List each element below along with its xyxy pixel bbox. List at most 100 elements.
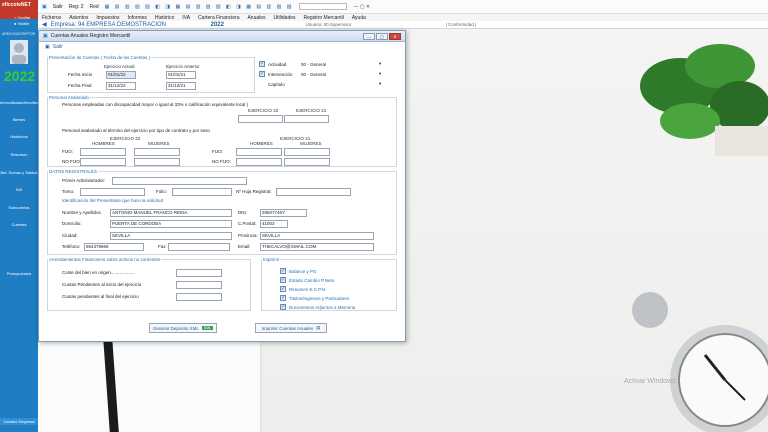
fax-label: Fax: [158,244,167,249]
window-titlebar[interactable]: ▣ Cuentas Anuales Registro Mercantil — ▢… [39,31,405,42]
ejercicio22-header: EJERCICIO 22 [248,108,279,113]
primer-admin-label: Primer Administrador: [62,178,106,183]
sidebar-radio-visible[interactable]: ● Visible [14,21,29,26]
nofijo-hombres-21-input[interactable] [236,158,282,166]
fijo-hombres-22-input[interactable] [80,148,126,156]
sidebar-radio-ocultar[interactable]: ○ Ocultar [14,15,30,20]
imprimir-estado-checkbox[interactable]: ✓ [280,277,286,283]
usuario-label: Usuario: 00 Supervisor [305,22,352,27]
menu-ficheros[interactable]: Ficheros [42,15,61,21]
fijo-mujeres-22-input[interactable] [134,148,180,156]
menu-iva[interactable]: IVA [182,15,190,21]
back-arrow-icon[interactable]: ◀ [42,21,47,28]
maximize-button[interactable]: ▢ [376,33,388,40]
sidebar-item-bienes[interactable]: Bienes [0,117,38,122]
tomo-input[interactable] [80,188,145,196]
fax-input[interactable] [168,243,230,251]
menu-cartera[interactable]: Cartera Financiera [198,15,239,21]
coste-input[interactable] [176,269,222,277]
sidebar-item-historicos[interactable]: Históricos [0,134,38,139]
fecha-inicio-anterior-input[interactable]: 01/01/21 [166,71,196,79]
imprimir-documentos-checkbox[interactable]: ✓ [280,304,286,310]
actividad-label: Actividad [268,62,287,67]
fecha-final-actual-input[interactable]: 31/12/22 [106,82,136,90]
dni-input[interactable]: 28507746Y [260,209,307,217]
close-button[interactable]: ✕ [389,33,401,40]
window-controls-icon[interactable]: — ▢ ✕ [353,4,370,10]
imprimir-cuentas-button[interactable]: Imprimir Cuentas Anuales ▤ [255,323,327,333]
fecha-final-anterior-input[interactable]: 31/12/21 [166,82,196,90]
sidebar-item-cambio-empresa[interactable]: Cambio Empresa [0,418,38,425]
fijo-hombres-21-input[interactable] [236,148,282,156]
window-salir-button[interactable]: Salir [53,44,63,50]
telefono-input[interactable]: 954379669 [84,243,144,251]
hoja-input[interactable] [276,188,351,196]
actividad-checkbox[interactable]: ✓ [259,61,265,67]
generar-xml-button[interactable]: Generar Deposito XML XML [149,323,217,333]
minimize-button[interactable]: — [363,33,375,40]
exit-icon[interactable]: ▣ [45,44,50,50]
ejercicio-actual-header: Ejercicio Actual [104,64,135,69]
menu-asientos[interactable]: Asientos [69,15,88,21]
intervencion-select[interactable]: 00 - General [301,72,326,77]
pendientes-final-input[interactable] [176,293,222,301]
sidebar-item-presupuestos[interactable]: Presupuestos [0,271,38,276]
window-controls: — ▢ ✕ [363,33,401,40]
reg-indicator: Reg: 2 [68,3,84,10]
fecha-inicio-label: Fecha Inicio [68,72,93,77]
chevron-down-icon[interactable]: ▾ [379,61,381,67]
fecha-inicio-actual-input[interactable]: 01/01/22 [106,71,136,79]
sidebar-item-subcuentas[interactable]: Subcuentas [0,205,38,210]
red-button[interactable]: Red [89,4,98,10]
nofijo-mujeres-22-input[interactable] [134,158,180,166]
imprimir-titulos-checkbox[interactable]: ✓ [280,295,286,301]
domicilio-input[interactable]: PUERTA DE CORDOBA [110,220,232,228]
email-input[interactable]: THECALVO@GMAIL.COM [260,243,374,251]
email-label: Email: [238,244,251,249]
menu-registro[interactable]: Registro Mercantil [304,15,344,21]
datos-registrales-legend: DATOS REGISTRALES [49,169,97,174]
menu-impuestos[interactable]: Impuestos [96,15,119,21]
folio-input[interactable] [172,188,232,196]
chevron-down-icon[interactable]: ▾ [379,81,381,87]
discapacidad-ej22-input[interactable] [238,115,283,123]
cpostal-input[interactable]: 41003 [260,220,288,228]
fecha-final-label: Fecha Final [68,83,92,88]
nombre-input[interactable]: ANTONIO MANUEL FRANCO REINA [110,209,232,217]
dni-label: DNI: [238,210,247,215]
chevron-down-icon[interactable]: ▾ [379,71,381,77]
imprimir-cuentas-label: Imprimir Cuentas Anuales [261,325,314,331]
pendientes-inicio-input[interactable] [176,281,222,289]
ciudad-input[interactable]: SEVILLA [110,232,232,240]
sidebar-item-iva[interactable]: IVA [0,187,38,192]
menu-anuales[interactable]: Anuales [247,15,265,21]
nombre-label: Nombre y Apellidos [62,210,101,215]
salir-button[interactable]: Salir [53,4,63,10]
fijo-mujeres-21-input[interactable] [284,148,330,156]
sidebar-item-sumas-saldos[interactable]: Bal. Sumas y Saldos [0,170,38,175]
menu-historico[interactable]: Histórico [155,15,174,21]
cpostal-label: C.Postal: [238,221,257,226]
sidebar-item-inmovilizado[interactable]: Inmovilizado/Amortizaciones [0,100,51,105]
provincia-input[interactable]: SEVILLA [260,232,374,240]
fijo-label-2: FIJO: [212,149,223,154]
actividad-select[interactable]: 00 - General [301,62,326,67]
toolbar-search-input[interactable] [299,3,348,10]
nofijo-hombres-22-input[interactable] [80,158,126,166]
discapacidad-ej21-input[interactable] [284,115,329,123]
nofijo-mujeres-21-input[interactable] [284,158,330,166]
personal-legend: Personal Asalariado [49,95,90,100]
exit-icon[interactable]: ▣ [42,4,47,10]
tomo-label: Tomo: [62,189,75,194]
intervencion-checkbox[interactable]: ✓ [259,71,265,77]
menu-ayuda[interactable]: Ayuda [352,15,366,21]
primer-admin-input[interactable] [112,177,247,185]
menu-utilidades[interactable]: Utilidades [274,15,296,21]
imprimir-resumen-checkbox[interactable]: ✓ [280,286,286,292]
sidebar-item-cuentas[interactable]: Cuentas [0,222,38,227]
imprimir-balance-checkbox[interactable]: ✓ [280,268,286,274]
toolbar-icons[interactable]: ▦ ▤ ▥ ▧ ▨ ◧ ◨ ▦ ▤ ▥ ▧ ▨ ◧ ◨ ▦ ▤ ▥ ▧ ▨ [105,4,294,10]
imprimir-section: Imprimir ✓ Balance y PG ✓ Estado Cambio … [261,257,397,311]
menu-informes[interactable]: Informes [127,15,146,21]
sidebar-item-resumen[interactable]: Resumen [0,152,38,157]
